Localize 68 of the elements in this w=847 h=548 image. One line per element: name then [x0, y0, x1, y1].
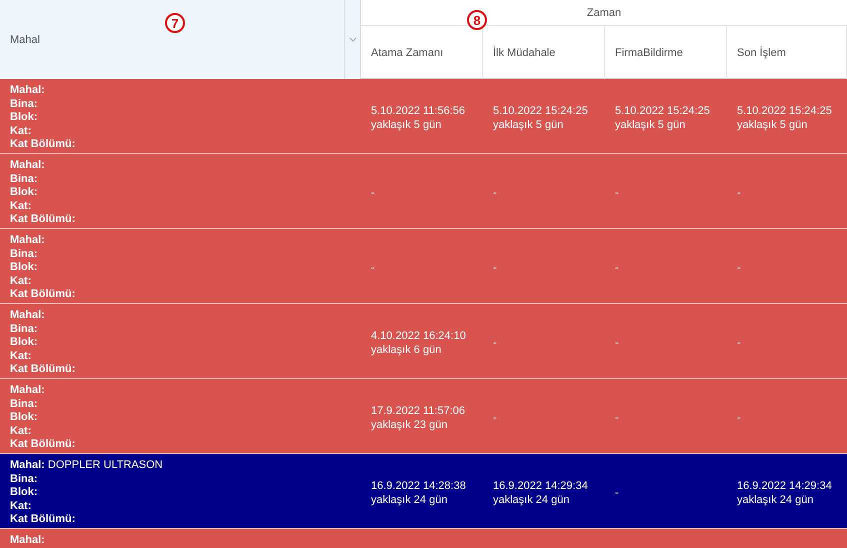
location-field: Kat Bölümü:: [10, 288, 351, 302]
table-row[interactable]: Mahal: Bina: Blok: Kat: Kat Bölümü: 5.10.2022 11:56:56 yaklaşık 5 gün 5.10.2022 15:24:25 yaklaşık 5 gün 5.10.2022 15:24:25 yaklaşık 5 gün 5.10.2022 15:24:25 yaklaşık 5 gün: [0, 79, 847, 154]
table-cell-text: -: [614, 186, 620, 201]
group-header: Zaman 8: [361, 0, 847, 26]
location-field: Kat Bölümü:: [10, 438, 351, 452]
callout-marker: 8: [467, 10, 487, 30]
chevron-down-icon[interactable]: [348, 37, 356, 42]
location-field: Blok:: [10, 486, 351, 500]
location-field: Mahal:: [10, 234, 351, 248]
table-row[interactable]: Mahal: Bina: Blok: Kat: Kat Bölümü: 17.9.2022 11:57:06 yaklaşık 23 gün - - -: [0, 379, 847, 454]
location-field: Blok:: [10, 111, 351, 125]
table-cell-text: -: [736, 186, 742, 201]
location-field: Bina:: [10, 472, 351, 486]
header-label: Mahal: [10, 34, 40, 46]
location-field: Blok:: [10, 411, 351, 425]
location-field: Kat Bölümü:: [10, 213, 351, 227]
table-cell-text: -: [492, 336, 498, 351]
location-field: Bina:: [10, 98, 351, 112]
table-cell-text: 16.9.2022 14:29:34 yaklaşık 24 gün: [492, 478, 589, 508]
table-cell-text: -: [736, 410, 742, 426]
table-cell-text: 16.9.2022 14:28:38 yaklaşık 24 gün: [370, 478, 467, 508]
location-field: Mahal: DOPPLER ULTRASON: [10, 459, 351, 473]
location-field: Mahal:: [10, 384, 351, 398]
table-cell-text: -: [736, 336, 742, 351]
table-cell-text: -: [370, 260, 376, 276]
table-cell-text: -: [492, 410, 498, 426]
location-field: Kat Bölümü:: [10, 363, 351, 377]
location-field: Kat:: [10, 274, 351, 288]
location-field: Blok:: [10, 336, 351, 350]
location-field: Mahal:: [10, 309, 351, 323]
table-cell-text: 5.10.2022 11:56:56 yaklaşık 5 gün: [370, 104, 466, 133]
table-cell-text: 17.9.2022 11:57:06 yaklaşık 23 gün: [370, 404, 466, 433]
table-cell-text: -: [370, 186, 376, 201]
location-field: Kat:: [10, 424, 351, 438]
table-cell-text: -: [614, 486, 620, 501]
location-field: Mahal:: [10, 159, 351, 173]
location-field: Bina:: [10, 248, 351, 262]
column-header[interactable]: Mahal 7: [0, 0, 345, 79]
table-cell-text: 16.9.2022 14:29:34 yaklaşık 24 gün: [736, 478, 833, 508]
location-field: Kat Bölümü:: [10, 513, 351, 527]
location-field: Bina:: [10, 398, 351, 412]
location-field: Blok:: [10, 186, 351, 200]
table-cell-text: -: [614, 260, 620, 276]
location-field: Mahal:: [10, 534, 351, 548]
table-cell-text: -: [614, 336, 620, 351]
table-row[interactable]: Mahal: Bina: Blok: Kat: Kat Bölümü: 4.10.2022 16:24:10 yaklaşık 6 gün - - -: [0, 304, 847, 379]
table-row[interactable]: Mahal: DOPPLER ULTRASON Bina: Blok: Kat: Kat Bölümü: 16.9.2022 14:28:38 yaklaşık 24 gün 16.9.2022 14:29:34 yaklaşık 24 gün - 16.9.2022 14:29:34 yaklaşık 24 gün: [0, 454, 847, 529]
table-cell-text: -: [492, 186, 498, 201]
table-cell-text: 5.10.2022 15:24:25 yaklaşık 5 gün: [736, 104, 833, 133]
location-field: Kat:: [10, 200, 351, 214]
location-field: Kat:: [10, 500, 351, 514]
table-cell-text: -: [736, 260, 742, 276]
location-field: Blok:: [10, 261, 351, 275]
callout-marker: 7: [165, 13, 185, 33]
table-cell-text: 5.10.2022 15:24:25 yaklaşık 5 gün: [614, 104, 711, 133]
table-cell-text: -: [492, 260, 498, 276]
table-row[interactable]: Mahal:: [0, 529, 847, 548]
location-field: Bina:: [10, 322, 351, 336]
table-cell-text: -: [614, 410, 620, 426]
table-row[interactable]: Mahal: Bina: Blok: Kat: Kat Bölümü: - - - -: [0, 154, 847, 229]
location-field: Kat:: [10, 124, 351, 138]
table-cell-text: 4.10.2022 16:24:10 yaklaşık 6 gün: [370, 328, 467, 358]
location-field: Kat Bölümü:: [10, 138, 351, 152]
location-field: Kat:: [10, 350, 351, 364]
table-row[interactable]: Mahal: Bina: Blok: Kat: Kat Bölümü: - - - -: [0, 229, 847, 304]
table-cell-text: 5.10.2022 15:24:25 yaklaşık 5 gün: [492, 104, 589, 133]
location-field: Bina:: [10, 172, 351, 186]
location-field: Mahal:: [10, 84, 351, 98]
